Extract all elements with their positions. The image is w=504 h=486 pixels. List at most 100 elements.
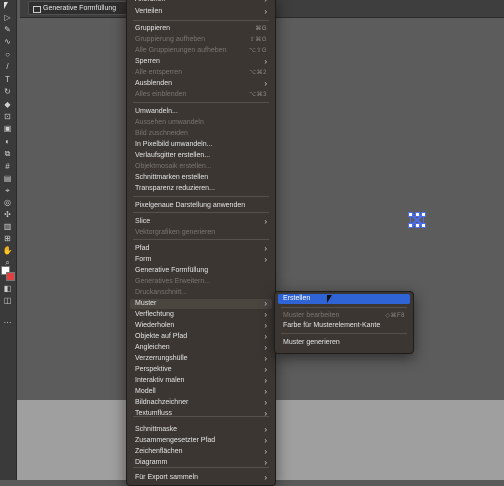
menu-item-ausblenden[interactable]: Ausblenden › bbox=[130, 79, 272, 89]
type-icon[interactable]: T bbox=[2, 75, 13, 84]
more-tools-icon[interactable]: ⋯ bbox=[2, 318, 13, 327]
submenu-item-farbe-für-musterelement-kante[interactable]: Farbe für Musterelement-Kante bbox=[278, 321, 410, 331]
menu-item-label: Perspektive bbox=[135, 366, 172, 373]
ellipse-icon[interactable]: ○ bbox=[2, 50, 13, 59]
menu-item-interaktiv-malen[interactable]: Interaktiv malen › bbox=[130, 376, 272, 386]
hand-icon[interactable]: ✋ bbox=[2, 246, 13, 255]
menu-item-label: Vektorgrafiken generieren bbox=[135, 229, 216, 236]
menu-item-textumfluss[interactable]: Textumfluss › bbox=[130, 409, 272, 419]
menu-item-bildnachzeichner[interactable]: Bildnachzeichner › bbox=[130, 398, 272, 408]
menu-item-label: Alle entsperren bbox=[135, 69, 183, 76]
menu-item-bild-zuschneiden: Bild zuschneiden bbox=[130, 129, 272, 139]
chevron-right-icon: › bbox=[264, 299, 267, 308]
blend-icon[interactable]: ◎ bbox=[2, 198, 13, 207]
menu-item-schnittmaske[interactable]: Schnittmaske › bbox=[130, 425, 272, 435]
menu-item-label: Interaktiv malen bbox=[135, 377, 185, 384]
menu-item-label: Wiederholen bbox=[135, 322, 175, 329]
artboard-icon[interactable]: ⊞ bbox=[2, 234, 13, 243]
menu-item-form[interactable]: Form › bbox=[130, 255, 272, 265]
menu-item-schnittmarken-erstellen[interactable]: Schnittmarken erstellen bbox=[130, 173, 272, 183]
menu-item-label: Muster bbox=[135, 300, 157, 307]
submenu-item-erstellen[interactable]: Erstellen bbox=[278, 294, 410, 304]
eraser-icon[interactable]: ◆ bbox=[2, 100, 13, 109]
menu-item-muster[interactable]: Muster › bbox=[130, 299, 272, 309]
selection-tool-icon[interactable] bbox=[4, 2, 8, 9]
fill-stroke-icon[interactable] bbox=[1, 266, 15, 281]
shortcut-label: ⌥⇧G bbox=[248, 48, 267, 54]
menu-item-label: Schnittmaske bbox=[135, 426, 178, 433]
menu-item-verteilen[interactable]: Verteilen › bbox=[130, 7, 272, 17]
free-transform-icon[interactable]: ▣ bbox=[2, 124, 13, 133]
draw-mode-icon[interactable]: ◫ bbox=[2, 296, 13, 305]
rotate-icon[interactable]: ↻ bbox=[2, 87, 13, 96]
menu-item-label: Gruppierung aufheben bbox=[135, 36, 206, 43]
menu-item-label: Objektmosaik erstellen... bbox=[135, 163, 212, 170]
eyedropper-icon[interactable]: ⌖ bbox=[2, 186, 13, 195]
menu-item-zusammengesetzter-pfad[interactable]: Zusammengesetzter Pfad › bbox=[130, 436, 272, 446]
mouse-cursor-icon bbox=[327, 295, 332, 303]
curvature-icon[interactable]: ∿ bbox=[2, 37, 13, 46]
menu-item-label: Zeichenflächen bbox=[135, 448, 183, 455]
document-icon bbox=[33, 6, 41, 13]
graph-icon[interactable]: ▥ bbox=[2, 222, 13, 231]
menu-item-anordnen[interactable]: Anordnen › bbox=[130, 0, 272, 5]
menu-item-pfad[interactable]: Pfad › bbox=[130, 244, 272, 254]
menu-item-label: Muster generieren bbox=[283, 339, 340, 346]
menu-item-zeichenflächen[interactable]: Zeichenflächen › bbox=[130, 447, 272, 457]
document-tab[interactable]: Generative Formfüllung bbox=[28, 1, 134, 15]
menu-item-label: Bild zuschneiden bbox=[135, 130, 188, 137]
symbol-sprayer-icon[interactable]: ✣ bbox=[2, 210, 13, 219]
menu-item-modell[interactable]: Modell › bbox=[130, 387, 272, 397]
menu-item-wiederholen[interactable]: Wiederholen › bbox=[130, 321, 272, 331]
menu-item-in-pixelbild-umwandeln[interactable]: In Pixelbild umwandeln... bbox=[130, 140, 272, 150]
menu-item-label: Druckanschnitt... bbox=[135, 289, 188, 296]
direct-selection-icon[interactable]: ▷ bbox=[2, 13, 13, 22]
menu-item-pixelgenaue-darstellung-anwenden[interactable]: Pixelgenaue Darstellung anwenden bbox=[130, 201, 272, 211]
menu-item-verlaufsgitter-erstellen[interactable]: Verlaufsgitter erstellen... bbox=[130, 151, 272, 161]
shape-builder-icon[interactable]: ◐ bbox=[2, 137, 13, 146]
menu-item-objekte-auf-pfad[interactable]: Objekte auf Pfad › bbox=[130, 332, 272, 342]
perspective-icon[interactable]: ⧉ bbox=[2, 149, 13, 158]
menu-item-label: Verzerrungshülle bbox=[135, 355, 188, 362]
menu-item-verflechtung[interactable]: Verflechtung › bbox=[130, 310, 272, 320]
menu-item-verzerrungshülle[interactable]: Verzerrungshülle › bbox=[130, 354, 272, 364]
chevron-right-icon: › bbox=[264, 0, 267, 5]
menu-item-label: Form bbox=[135, 256, 152, 263]
chevron-right-icon: › bbox=[264, 57, 267, 66]
gradient-icon[interactable]: ▤ bbox=[2, 174, 13, 183]
menu-item-label: Textumfluss bbox=[135, 410, 172, 417]
color-mode-icon[interactable]: ◧ bbox=[2, 284, 13, 293]
menu-item-label: Muster bearbeiten bbox=[283, 312, 340, 319]
chevron-right-icon: › bbox=[264, 447, 267, 456]
paintbrush-icon[interactable]: / bbox=[2, 62, 13, 71]
menu-item-umwandeln[interactable]: Umwandeln... bbox=[130, 107, 272, 117]
chevron-right-icon: › bbox=[264, 321, 267, 330]
menu-item-label: Modell bbox=[135, 388, 156, 395]
menu-item-gruppierung-aufheben: Gruppierung aufheben ⇧⌘G bbox=[130, 35, 272, 45]
menu-item-alle-entsperren: Alle entsperren ⌥⌘2 bbox=[130, 68, 272, 78]
menu-item-gruppieren[interactable]: Gruppieren ⌘G bbox=[130, 24, 272, 34]
menu-item-sperren[interactable]: Sperren › bbox=[130, 57, 272, 67]
pattern-submenu: Erstellen Muster bearbeiten ◇⌘F8 Farbe für … bbox=[274, 291, 414, 354]
menu-item-generative-formfüllung[interactable]: Generative Formfüllung bbox=[130, 266, 272, 276]
scale-icon[interactable]: ⊡ bbox=[2, 112, 13, 121]
menu-item-angleichen[interactable]: Angleichen › bbox=[130, 343, 272, 353]
menu-item-transparenz-reduzieren[interactable]: Transparenz reduzieren... bbox=[130, 184, 272, 194]
menu-item-label: Diagramm bbox=[135, 459, 168, 466]
menu-item-label: Erstellen bbox=[283, 295, 311, 302]
submenu-item-muster-generieren[interactable]: Muster generieren bbox=[278, 338, 410, 348]
mesh-icon[interactable]: # bbox=[2, 162, 13, 171]
chevron-right-icon: › bbox=[264, 255, 267, 264]
chevron-right-icon: › bbox=[264, 343, 267, 352]
menu-item-slice[interactable]: Slice › bbox=[130, 217, 272, 227]
menu-item-für-export-sammeln[interactable]: Für Export sammeln › bbox=[130, 473, 272, 483]
menu-item-diagramm[interactable]: Diagramm › bbox=[130, 458, 272, 468]
selected-object[interactable] bbox=[408, 212, 426, 228]
menu-item-perspektive[interactable]: Perspektive › bbox=[130, 365, 272, 375]
menu-item-label: Alles einblenden bbox=[135, 91, 187, 98]
chevron-right-icon: › bbox=[264, 409, 267, 418]
tools-panel: ▷ ✎ ∿ ○ / T ↻ ◆ ⊡ ▣ ◐ ⧉ # ▤ ⌖ ◎ ✣ ▥ ⊞ ✋ … bbox=[0, 0, 17, 480]
menu-item-objektmosaik-erstellen: Objektmosaik erstellen... bbox=[130, 162, 272, 172]
menu-item-label: Umwandeln... bbox=[135, 108, 178, 115]
pen-icon[interactable]: ✎ bbox=[2, 25, 13, 34]
